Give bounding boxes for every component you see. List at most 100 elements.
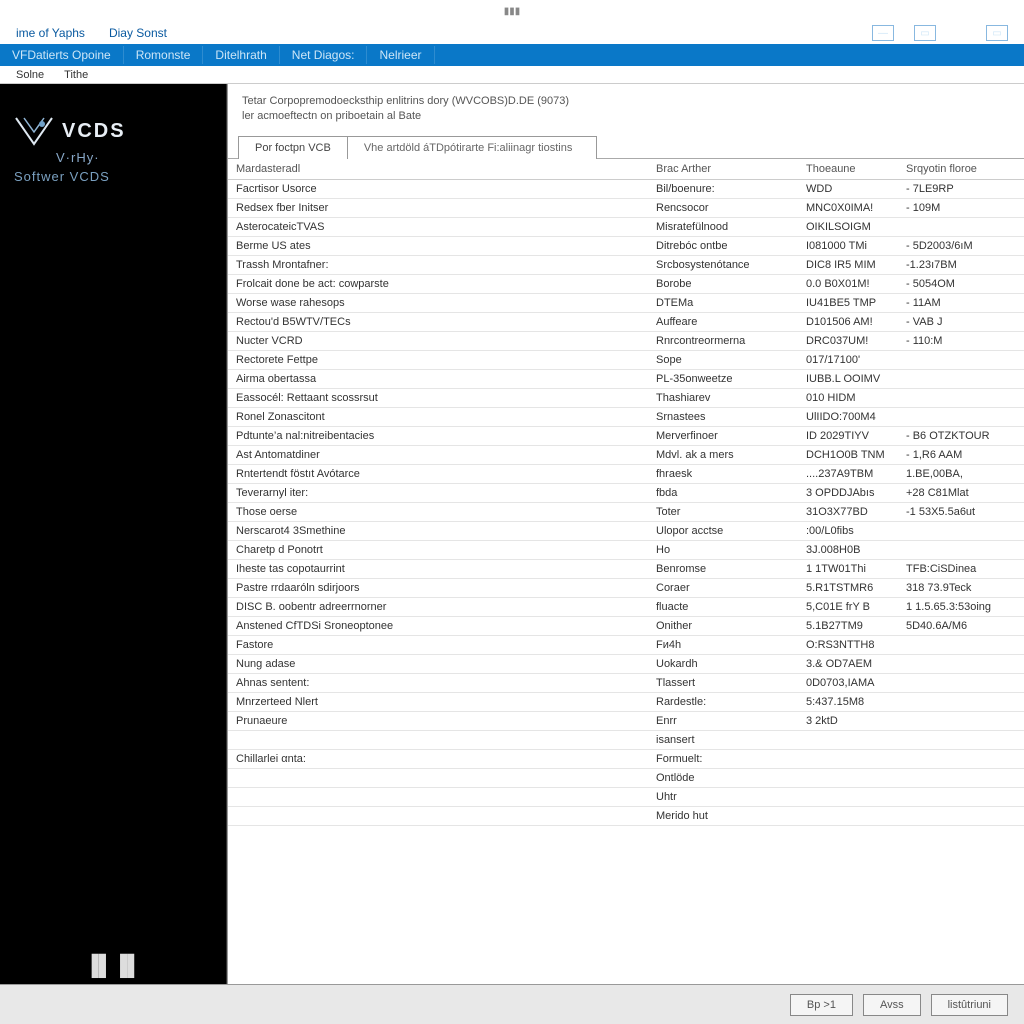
table-row[interactable]: Teverarnyl iter:fbda3 OPDDJAbıs+28 C81Ml… <box>228 484 1024 503</box>
footer-btn-3[interactable]: listûtriuni <box>931 994 1008 1016</box>
cell-c2: Rardestle: <box>648 693 798 711</box>
cell-c4 <box>898 693 1024 711</box>
tabs: Por foctpn VCB Vhe artdöld áTDpótirarte … <box>228 129 1024 158</box>
tab-secondary[interactable]: Vhe artdöld áTDpótirarte Fi:aliinagr tio… <box>347 136 597 159</box>
table-row[interactable]: Rntertendt föstıt Avótarcefhraesk....237… <box>228 465 1024 484</box>
table-row[interactable]: Rectorete FettpeSope017/17100' <box>228 351 1024 370</box>
cell-c2: Toter <box>648 503 798 521</box>
cell-c2: PL-35onweetze <box>648 370 798 388</box>
table-row[interactable]: Berme US atesDitrebóc ontbeI081000 TMi- … <box>228 237 1024 256</box>
toolbar-btn-1[interactable]: Romonste <box>124 46 204 64</box>
table-row[interactable]: Charetp d PonotrtHo3J.008H0B <box>228 541 1024 560</box>
toolbar-btn-0[interactable]: VFDatierts Opoine <box>0 46 124 64</box>
table-row[interactable]: Frolcait done be act: cowparsteBorobe0.0… <box>228 275 1024 294</box>
cell-c4: - 11AM <box>898 294 1024 312</box>
body: VCDS V·rHy· Softwer VCDS ▐▌▐▌ Tetar Corp… <box>0 84 1024 984</box>
cell-c3 <box>798 788 898 806</box>
toolbar-btn-2[interactable]: Ditelhrath <box>203 46 279 64</box>
table-row[interactable]: Uhtr <box>228 788 1024 807</box>
header-col-3[interactable]: Thoeaune <box>798 159 898 179</box>
table-row[interactable]: Facrtisor UsorceBil/boenure:WDD- 7LE9RP <box>228 180 1024 199</box>
table-row[interactable]: Anstened CfTDSi SroneoptoneeOnither5.1B2… <box>228 617 1024 636</box>
sidebar: VCDS V·rHy· Softwer VCDS ▐▌▐▌ <box>0 84 227 984</box>
cell-c1: Eassocél: Rettaant scossrsut <box>228 389 648 407</box>
cell-c3: 3 2ktD <box>798 712 898 730</box>
table-row[interactable]: Chillarlei αnta:Formuelt: <box>228 750 1024 769</box>
cell-c2: isansert <box>648 731 798 749</box>
cell-c4: - B6 OTZKTOUR <box>898 427 1024 445</box>
toolbar-btn-3[interactable]: Net Diagos: <box>280 46 368 64</box>
desc-line-1: Tetar Corpopremodoecksthip enlitrins dor… <box>242 94 1010 109</box>
cell-c2: Sope <box>648 351 798 369</box>
logo: VCDS <box>14 114 126 148</box>
table-row[interactable]: PrunaeureEnrr3 2ktD <box>228 712 1024 731</box>
cell-c3: DRC037UM! <box>798 332 898 350</box>
menu-item-0[interactable]: ime of Yaphs <box>4 24 97 42</box>
table-row[interactable]: Ahnas sentent:Tlassert0D0703,IAMA <box>228 674 1024 693</box>
table-row[interactable]: AsterocateicTVASMisratefülnoodOIKILSOIGM <box>228 218 1024 237</box>
header-col-2[interactable]: Brac Arther <box>648 159 798 179</box>
close-button[interactable]: ▭ <box>986 25 1008 41</box>
cell-c4 <box>898 408 1024 426</box>
table-row[interactable]: Worse wase rahesopsDTEMaIU41BE5 TMP- 11A… <box>228 294 1024 313</box>
menu-item-1[interactable]: Diay Sonst <box>97 24 179 42</box>
subbar-item-0[interactable]: Solne <box>6 69 54 81</box>
cell-c3: 1 1TW01Thi <box>798 560 898 578</box>
header-col-1[interactable]: Mardasteradl <box>228 159 648 179</box>
cell-c1: Airma obertassa <box>228 370 648 388</box>
cell-c4: - 110:M <box>898 332 1024 350</box>
cell-c1: Anstened CfTDSi Sroneoptonee <box>228 617 648 635</box>
cell-c1: Pastre rrdaaróln sdirjoors <box>228 579 648 597</box>
table-row[interactable]: isansert <box>228 731 1024 750</box>
cell-c1: Nerscarot4 3Smethine <box>228 522 648 540</box>
content: Tetar Corpopremodoecksthip enlitrins dor… <box>227 84 1024 984</box>
toolbar-btn-4[interactable]: Nelrieer <box>367 46 434 64</box>
cell-c1 <box>228 788 648 806</box>
toolbar: VFDatierts Opoine Romonste Ditelhrath Ne… <box>0 44 1024 66</box>
cell-c4 <box>898 351 1024 369</box>
brand-main: VCDS <box>62 120 126 143</box>
cell-c2: Ho <box>648 541 798 559</box>
table-row[interactable]: Pastre rrdaaróln sdirjoorsCoraer5.R1TSTM… <box>228 579 1024 598</box>
cell-c4: +28 C81Mlat <box>898 484 1024 502</box>
table-row[interactable]: Those oerseToter31O3X77BD-1 53X5.5a6ut <box>228 503 1024 522</box>
table-row[interactable]: Ast AntomatdinerMdvl. ak a mersDCH1O0B T… <box>228 446 1024 465</box>
table-row[interactable]: Ontlöde <box>228 769 1024 788</box>
table-row[interactable]: Iheste tas copotaurrintBenromse1 1TW01Th… <box>228 560 1024 579</box>
table-row[interactable]: Ronel ZonascitontSrnasteesUlIIDO:700M4 <box>228 408 1024 427</box>
table-row[interactable]: DISC B. oobentr adreerrnornerfluacte5,C0… <box>228 598 1024 617</box>
table-row[interactable]: Nucter VCRDRnrcontreormernaDRC037UM!- 11… <box>228 332 1024 351</box>
table-row[interactable]: Redsex fber InitserRencsocorMNC0X0IMA!- … <box>228 199 1024 218</box>
cell-c1 <box>228 769 648 787</box>
cell-c3: 31O3X77BD <box>798 503 898 521</box>
footer-btn-2[interactable]: Avss <box>863 994 921 1016</box>
table-row[interactable]: Merido hut <box>228 807 1024 826</box>
cell-c1: DISC B. oobentr adreerrnorner <box>228 598 648 616</box>
subbar-item-1[interactable]: Tithe <box>54 69 98 81</box>
table-row[interactable]: Nung adaseUokardh3.& OD7AEM <box>228 655 1024 674</box>
table-row[interactable]: Eassocél: Rettaant scossrsutThashiarev01… <box>228 389 1024 408</box>
table-row[interactable]: Trassh Mrontafner:SrcbosystenótanceDIC8 … <box>228 256 1024 275</box>
cell-c2: Thashiarev <box>648 389 798 407</box>
maximize-button[interactable]: ▭ <box>914 25 936 41</box>
header-col-4[interactable]: Srqyotin floroe <box>898 159 1024 179</box>
table-row[interactable]: Nerscarot4 3SmethineUlopor acctse:00/L0f… <box>228 522 1024 541</box>
doc-icon[interactable]: ▐▌▐▌ <box>85 955 142 978</box>
minimize-button[interactable]: — <box>872 25 894 41</box>
cell-c1: Berme US ates <box>228 237 648 255</box>
cell-c4 <box>898 370 1024 388</box>
cell-c4 <box>898 541 1024 559</box>
table-row[interactable]: Mnrzerteed NlertRardestle:5:437.15M8 <box>228 693 1024 712</box>
table-row[interactable]: Pdtunte’a nal:nitreibentaciesMerverfinoe… <box>228 427 1024 446</box>
tab-primary[interactable]: Por foctpn VCB <box>238 136 348 159</box>
cell-c4 <box>898 655 1024 673</box>
table-row[interactable]: FastoreFи4hO:RS3NTTH8 <box>228 636 1024 655</box>
footer-btn-1[interactable]: Bp >1 <box>790 994 853 1016</box>
cell-c2: fhraesk <box>648 465 798 483</box>
cell-c1: Worse wase rahesops <box>228 294 648 312</box>
table-row[interactable]: Rectou'd B5WTV/TECsAuffeareD101506 AM!- … <box>228 313 1024 332</box>
cell-c4: -1 53X5.5a6ut <box>898 503 1024 521</box>
cell-c3: ....237A9TBM <box>798 465 898 483</box>
cell-c2: Fи4h <box>648 636 798 654</box>
table-row[interactable]: Airma obertassaPL-35onweetzeIUBB.L OOIMV <box>228 370 1024 389</box>
